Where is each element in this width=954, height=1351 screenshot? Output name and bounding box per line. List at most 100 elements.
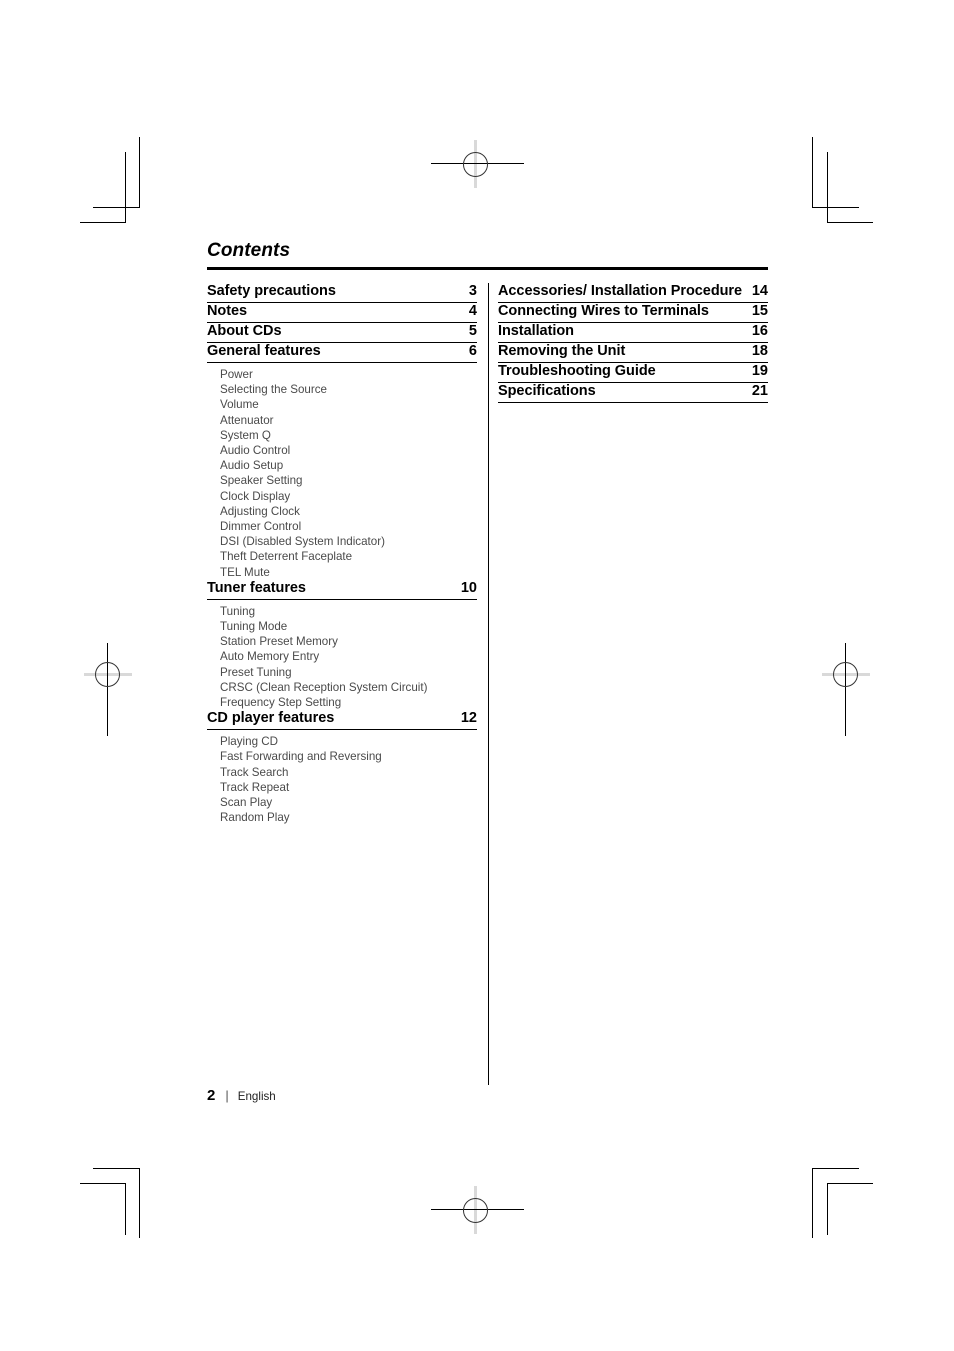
toc-entry[interactable]: General features 6 bbox=[207, 343, 477, 363]
crop-mark-top-left-inner-horizontal bbox=[80, 222, 126, 223]
footer-language: English bbox=[237, 1090, 276, 1103]
toc-entry-title: About CDs bbox=[207, 323, 282, 339]
toc-group: Notes 4 bbox=[207, 303, 477, 323]
toc-entry-title: General features bbox=[207, 343, 321, 359]
toc-entry[interactable]: Accessories/ Installation Procedure 14 bbox=[498, 283, 768, 303]
toc-group: Connecting Wires to Terminals 15 bbox=[498, 303, 768, 323]
crop-mark-top-right-outer-horizontal bbox=[812, 207, 859, 208]
toc-entry-page-number: 6 bbox=[468, 343, 477, 359]
toc-entry[interactable]: Notes 4 bbox=[207, 303, 477, 323]
toc-entry-page-number: 16 bbox=[751, 323, 768, 339]
toc-subitem[interactable]: Theft Deterrent Faceplate bbox=[220, 549, 477, 564]
toc-entry-page-number: 14 bbox=[751, 283, 768, 299]
crop-mark-top-left-outer-vertical bbox=[139, 137, 140, 207]
toc-subitem[interactable]: Speaker Setting bbox=[220, 473, 477, 488]
toc-entry-title: Installation bbox=[498, 323, 574, 339]
crop-mark-bottom-right-outer-vertical bbox=[812, 1168, 813, 1238]
crop-mark-bottom-right-outer-horizontal bbox=[812, 1168, 859, 1169]
toc-subitem[interactable]: CRSC (Clean Reception System Circuit) bbox=[220, 680, 477, 695]
footer-page-number: 2 bbox=[207, 1087, 216, 1104]
toc-entry-page-number: 4 bbox=[468, 303, 477, 319]
toc-group: Tuner features 10 Tuning Tuning Mode Station… bbox=[207, 580, 477, 710]
toc-entry-title: Tuner features bbox=[207, 579, 306, 596]
crop-mark-top-left-inner-vertical bbox=[125, 152, 126, 222]
toc-subitem[interactable]: Fast Forwarding and Reversing bbox=[220, 749, 477, 764]
toc-subitem[interactable]: Audio Setup bbox=[220, 458, 477, 473]
toc-subitem[interactable]: DSI (Disabled System Indicator) bbox=[220, 534, 477, 549]
toc-subitem[interactable]: Volume bbox=[220, 397, 477, 412]
toc-entry-title: Safety precautions bbox=[207, 283, 336, 299]
toc-group: Removing the Unit 18 bbox=[498, 343, 768, 363]
toc-subitem[interactable]: Auto Memory Entry bbox=[220, 649, 477, 664]
toc-subitem[interactable]: Random Play bbox=[220, 810, 477, 825]
crop-mark-top-left-outer-horizontal bbox=[93, 207, 140, 208]
toc-subitem[interactable]: Adjusting Clock bbox=[220, 504, 477, 519]
toc-subitem[interactable]: Clock Display bbox=[220, 489, 477, 504]
toc-left-column: Safety precautions 3 Notes 4 About CDs 5 Gener… bbox=[207, 283, 477, 825]
toc-entry-page-number: 18 bbox=[751, 343, 768, 359]
toc-group: About CDs 5 bbox=[207, 323, 477, 343]
manual-contents-page: Contents Safety precautions 3 Notes 4 About … bbox=[0, 0, 954, 1351]
toc-group: Accessories/ Installation Procedure 14 bbox=[498, 283, 768, 303]
toc-entry[interactable]: Connecting Wires to Terminals 15 bbox=[498, 303, 768, 323]
toc-group: Troubleshooting Guide 19 bbox=[498, 363, 768, 383]
toc-entry-page-number: 5 bbox=[468, 323, 477, 339]
crop-mark-top-right-outer-vertical bbox=[812, 137, 813, 207]
toc-entry-page-number: 21 bbox=[751, 383, 768, 399]
toc-entry-title: Connecting Wires to Terminals bbox=[498, 303, 709, 319]
crop-mark-bottom-left-inner-horizontal bbox=[80, 1183, 126, 1184]
toc-entry[interactable]: Tuner features 10 bbox=[207, 580, 477, 600]
toc-subitem[interactable]: System Q bbox=[220, 428, 477, 443]
toc-subitem[interactable]: Frequency Step Setting bbox=[220, 695, 477, 710]
title-underline-rule bbox=[207, 267, 768, 270]
crop-mark-bottom-right-inner-vertical bbox=[827, 1183, 828, 1235]
toc-subitem[interactable]: Audio Control bbox=[220, 443, 477, 458]
toc-subitem[interactable]: Track Repeat bbox=[220, 780, 477, 795]
toc-entry-title: Notes bbox=[207, 303, 248, 319]
toc-subitem[interactable]: Playing CD bbox=[220, 734, 477, 749]
toc-entry-title: Accessories/ Installation Procedure bbox=[498, 283, 743, 299]
crop-mark-bottom-left-inner-vertical bbox=[125, 1183, 126, 1235]
toc-entry-page-number: 3 bbox=[468, 283, 477, 299]
toc-entry-title: Specifications bbox=[498, 383, 596, 399]
toc-group: Installation 16 bbox=[498, 323, 768, 343]
toc-subitem-list: Power Selecting the Source Volume Attenuato… bbox=[207, 367, 477, 580]
toc-entry[interactable]: Safety precautions 3 bbox=[207, 283, 477, 303]
toc-group: CD player features 12 Playing CD Fast Forwa… bbox=[207, 710, 477, 825]
toc-entry[interactable]: Troubleshooting Guide 19 bbox=[498, 363, 768, 383]
toc-subitem[interactable]: Power bbox=[220, 367, 477, 382]
toc-subitem-list: Playing CD Fast Forwarding and Reversing T… bbox=[207, 734, 477, 825]
toc-subitem-list: Tuning Tuning Mode Station Preset Memory Au… bbox=[207, 604, 477, 710]
crop-mark-top-right-inner-vertical bbox=[827, 152, 828, 222]
toc-entry-title: Troubleshooting Guide bbox=[498, 363, 656, 379]
page-footer: 2 | English bbox=[207, 1087, 276, 1104]
toc-right-column: Accessories/ Installation Procedure 14 Con… bbox=[498, 283, 768, 403]
crop-mark-bottom-left-outer-horizontal bbox=[93, 1168, 140, 1169]
toc-entry[interactable]: About CDs 5 bbox=[207, 323, 477, 343]
toc-entry-page-number: 19 bbox=[751, 363, 768, 379]
crop-mark-bottom-right-inner-horizontal bbox=[827, 1183, 873, 1184]
toc-group: General features 6 Power Selecting the Sour… bbox=[207, 343, 477, 580]
toc-subitem[interactable]: Preset Tuning bbox=[220, 665, 477, 680]
toc-subitem[interactable]: Station Preset Memory bbox=[220, 634, 477, 649]
toc-subitem[interactable]: Tuning Mode bbox=[220, 619, 477, 634]
page-title: Contents bbox=[207, 240, 291, 261]
toc-subitem[interactable]: Tuning bbox=[220, 604, 477, 619]
toc-entry[interactable]: CD player features 12 bbox=[207, 710, 477, 731]
toc-entry-title: CD player features bbox=[207, 710, 335, 727]
toc-subitem[interactable]: Track Search bbox=[220, 765, 477, 780]
toc-subitem[interactable]: Dimmer Control bbox=[220, 519, 477, 534]
toc-entry-page-number: 15 bbox=[751, 303, 768, 319]
toc-subitem[interactable]: Selecting the Source bbox=[220, 382, 477, 397]
toc-subitem[interactable]: Attenuator bbox=[220, 413, 477, 428]
footer-separator: | bbox=[225, 1088, 229, 1103]
column-divider bbox=[488, 283, 489, 1085]
toc-entry[interactable]: Installation 16 bbox=[498, 323, 768, 343]
toc-entry[interactable]: Removing the Unit 18 bbox=[498, 343, 768, 363]
toc-subitem[interactable]: TEL Mute bbox=[220, 565, 477, 580]
toc-subitem[interactable]: Scan Play bbox=[220, 795, 477, 810]
toc-entry-page-number: 12 bbox=[460, 710, 477, 727]
crop-mark-top-right-inner-horizontal bbox=[827, 222, 873, 223]
toc-group: Safety precautions 3 bbox=[207, 283, 477, 303]
toc-entry[interactable]: Specifications 21 bbox=[498, 383, 768, 403]
